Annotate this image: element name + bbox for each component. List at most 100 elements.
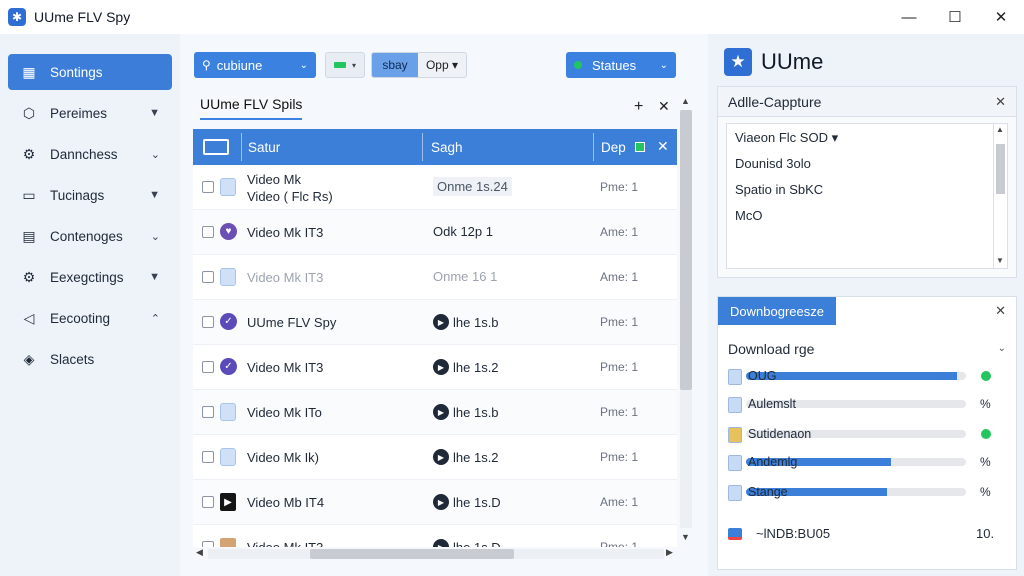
file-icon: [728, 455, 742, 471]
sidebar-item-1[interactable]: ⬡ Pereimes ▼: [8, 95, 172, 131]
table-row[interactable]: Video Mk Video ( Flc Rs) Onme 1s.24 Pme: 1: [193, 165, 677, 210]
segment-sbay[interactable]: sbay: [372, 53, 418, 77]
caret-icon[interactable]: ▼: [149, 107, 160, 119]
row-checkbox[interactable]: [202, 361, 214, 373]
toolbar: ⚲ cubiune ⌄ ▾ sbay Opp ▾ Statues ⌄: [194, 52, 694, 78]
column-header-dep[interactable]: Dep: [601, 129, 626, 165]
table-row[interactable]: Video Mk IT3▶lhe 1s.DPme: 1: [193, 525, 677, 547]
sidebar-item-5[interactable]: ⚙ Eexegctings ▼: [8, 259, 172, 295]
caret-icon[interactable]: ▼: [149, 271, 160, 283]
table-row[interactable]: ▶ Video Mb IT4 ▶ lhe 1s.D Ame: 1: [193, 480, 677, 525]
sidebar-item-4[interactable]: ▤ Contenoges ⌄: [8, 218, 172, 254]
segment-opp[interactable]: Opp ▾: [418, 53, 466, 77]
column-header-satur[interactable]: Satur: [248, 129, 280, 165]
file-dep: Ame: 1: [600, 225, 639, 239]
vertical-scrollbar[interactable]: ▲ ▼: [678, 96, 694, 546]
scroll-thumb[interactable]: [680, 110, 692, 390]
doc-icon: [220, 403, 236, 421]
table-row[interactable]: ✓ UUme FLV Spy ▶ lhe 1s.b Pme: 1: [193, 300, 677, 345]
scroll-right-icon[interactable]: ▶: [666, 547, 673, 558]
minimize-button[interactable]: —: [886, 0, 932, 34]
sidebar-item-0[interactable]: ▦ Sontings: [8, 54, 172, 90]
view-toggle-icon[interactable]: [203, 139, 229, 155]
sidebar-item-3[interactable]: ▭ Tucinags ▼: [8, 177, 172, 213]
scroll-down-icon[interactable]: ▼: [996, 256, 1004, 265]
row-checkbox[interactable]: [202, 451, 214, 463]
close-button[interactable]: ✕: [978, 0, 1024, 34]
caret-icon[interactable]: ⌄: [151, 230, 160, 243]
file-dep: Ame: 1: [600, 495, 639, 509]
close-column-icon[interactable]: ✕: [657, 138, 669, 155]
status-dropdown[interactable]: Statues ⌄: [566, 52, 676, 78]
capture-item[interactable]: Spatio in SbKC: [735, 182, 823, 197]
scroll-up-icon[interactable]: ▲: [996, 125, 1004, 134]
caret-icon[interactable]: ⌄: [151, 148, 160, 161]
file-name: Video Mk IT3: [247, 270, 324, 285]
play-icon[interactable]: ▶: [433, 404, 449, 420]
capture-item[interactable]: Viaeon Flc SOD ▾: [735, 130, 838, 146]
play-icon[interactable]: ▶: [433, 314, 449, 330]
play-icon[interactable]: ▶: [433, 359, 449, 375]
file-size: ▶ lhe 1s.2: [433, 359, 499, 375]
speaker-icon: ◁: [23, 309, 35, 326]
sidebar-item-2[interactable]: ⚙ Dannchess ⌄: [8, 136, 172, 172]
file-name: Video Mk IT3: [247, 360, 324, 375]
downloads-tab[interactable]: Downbogreesze: [718, 297, 836, 325]
caret-icon[interactable]: ⌃: [151, 312, 160, 325]
file-table: Satur Sagh Dep ✕ Video Mk Video ( Flc Rs…: [193, 129, 677, 547]
download-row[interactable]: OUG: [728, 367, 1008, 387]
sidebar-item-label: Sontings: [50, 64, 103, 80]
row-checkbox[interactable]: [202, 181, 214, 193]
footer-label: ~lNDB:BU05: [756, 526, 831, 541]
right-pane: ★ UUme Adlle-Cappture ✕ Viaeon Flc SOD ▾…: [708, 34, 1024, 576]
table-row[interactable]: Video Mk Ik) ▶ lhe 1s.2 Pme: 1: [193, 435, 677, 480]
scroll-thumb[interactable]: [996, 144, 1005, 194]
color-dropdown[interactable]: ▾: [325, 52, 365, 78]
play-icon[interactable]: ▶: [433, 449, 449, 465]
maximize-button[interactable]: ☐: [932, 0, 978, 34]
column-header-sagh[interactable]: Sagh: [431, 129, 463, 165]
chevron-down-icon[interactable]: ⌄: [998, 343, 1006, 354]
row-checkbox[interactable]: [202, 496, 214, 508]
table-row[interactable]: ✓ Video Mk IT3 ▶ lhe 1s.2 Pme: 1: [193, 345, 677, 390]
close-capture-button[interactable]: ✕: [995, 94, 1006, 110]
row-checkbox[interactable]: [202, 271, 214, 283]
sidebar-item-7[interactable]: ◈ Slacets: [8, 341, 172, 377]
capture-item[interactable]: McO: [735, 208, 762, 223]
panel-tab[interactable]: UUme FLV Spils: [200, 96, 303, 120]
capture-item[interactable]: Dounisd 3olo: [735, 156, 811, 171]
caret-icon[interactable]: ▼: [149, 189, 160, 201]
scroll-thumb[interactable]: [310, 549, 514, 559]
close-panel-button[interactable]: ✕: [658, 98, 670, 115]
table-row[interactable]: ♥ Video Mk IT3 Odk 12p 1 Ame: 1: [193, 210, 677, 255]
row-checkbox[interactable]: [202, 226, 214, 238]
sidebar-item-6[interactable]: ◁ Eecooting ⌃: [8, 300, 172, 336]
heart-icon: ♥: [220, 223, 237, 240]
row-checkbox[interactable]: [202, 406, 214, 418]
download-row[interactable]: Aulemslt%: [728, 395, 1008, 415]
download-progress-bar: [746, 372, 966, 380]
check-icon: ✓: [220, 358, 237, 375]
video-icon: ▶: [220, 493, 236, 511]
horizontal-scrollbar[interactable]: ◀ ▶: [194, 546, 678, 562]
scroll-left-icon[interactable]: ◀: [196, 547, 203, 558]
footer-count: 10.: [976, 526, 995, 541]
play-icon[interactable]: ▶: [433, 494, 449, 510]
grid-icon: ▦: [22, 63, 36, 80]
row-checkbox[interactable]: [202, 316, 214, 328]
add-tab-button[interactable]: +: [634, 98, 643, 116]
sidebar-item-label: Tucinags: [50, 187, 105, 203]
download-row[interactable]: Stange%: [728, 483, 1008, 503]
close-downloads-button[interactable]: ✕: [995, 303, 1006, 319]
download-row[interactable]: Sutidenaon: [728, 425, 1008, 445]
scroll-down-icon[interactable]: ▼: [681, 532, 690, 542]
user-dropdown[interactable]: ⚲ cubiune ⌄: [194, 52, 316, 78]
table-row[interactable]: Video Mk ITo ▶ lhe 1s.b Pme: 1: [193, 390, 677, 435]
download-row[interactable]: Andemlg%: [728, 453, 1008, 473]
file-size: Onme 1s.24: [433, 177, 512, 196]
capture-scrollbar[interactable]: ▲ ▼: [994, 123, 1008, 269]
green-swatch: [334, 62, 346, 68]
scroll-up-icon[interactable]: ▲: [681, 96, 690, 106]
select-all-checkbox[interactable]: [635, 142, 645, 152]
table-row[interactable]: Video Mk IT3 Onme 16 1 Ame: 1: [193, 255, 677, 300]
